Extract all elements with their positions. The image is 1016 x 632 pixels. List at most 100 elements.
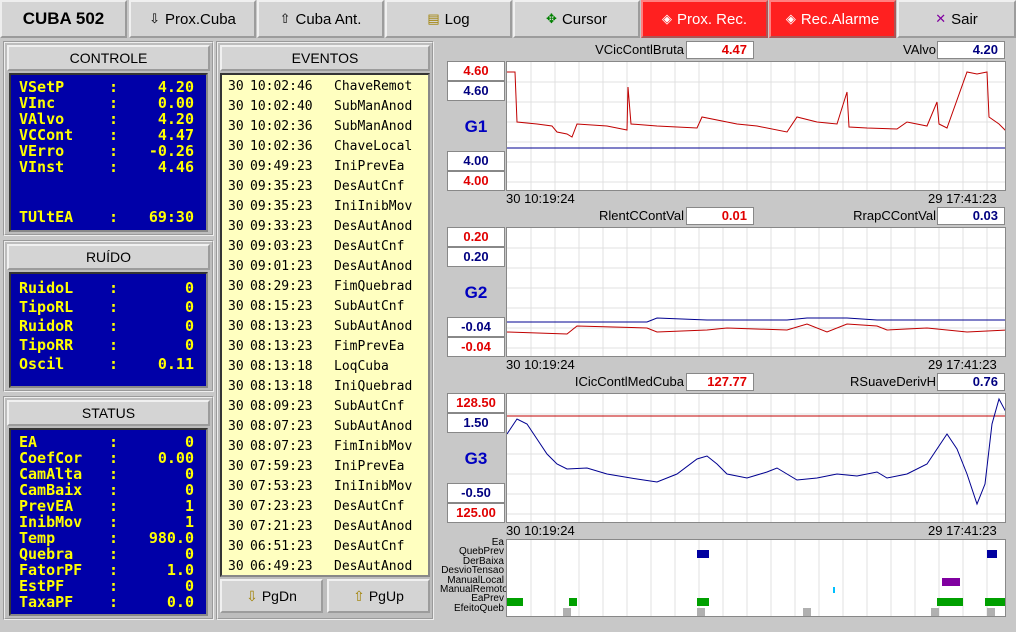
signals-plot (506, 539, 1006, 617)
status-header: STATUS (7, 400, 210, 426)
event-row: 30 08:07:23 SubAutAnod (228, 419, 413, 434)
event-row: 30 09:49:23 IniPrevEa (228, 159, 405, 174)
signal-bar (697, 608, 705, 616)
controle-panel: CONTROLE VSetP:4.20 VInc:0.00 VAlvo:4.20… (3, 41, 214, 236)
previous-up-icon: ⇧ (279, 11, 291, 26)
controle-row: VInc:0.00 (19, 94, 194, 112)
page-down-button[interactable]: ⇩ PgDn (220, 579, 323, 613)
previous-cuba-button[interactable]: ⇧ Cuba Ant. (257, 0, 384, 38)
page-up-label: PgUp (368, 588, 404, 604)
next-record-label: Prox. Rec. (676, 10, 748, 28)
y-min-red: -0.04 (447, 337, 505, 357)
event-row: 30 09:35:23 DesAutCnf (228, 179, 405, 194)
graph-right-value: 0.03 (937, 207, 1005, 225)
signal-bar (803, 608, 811, 616)
graph-left-label: VCicContlBruta (595, 42, 684, 57)
y-min-red: 125.00 (447, 503, 505, 523)
event-row: 30 10:02:36 ChaveLocal (228, 139, 413, 154)
time-end: 29 17:41:23 (928, 523, 997, 538)
next-cuba-label: Prox.Cuba (165, 10, 236, 28)
next-record-button[interactable]: ◈ Prox. Rec. (641, 0, 768, 38)
event-row: 30 09:33:23 DesAutAnod (228, 219, 413, 234)
graph-right-label: RSuaveDerivH (850, 374, 936, 389)
previous-cuba-label: Cuba Ant. (295, 10, 362, 28)
signal-bar (987, 608, 995, 616)
status-row: EA:0 (19, 433, 194, 451)
event-row: 30 09:03:23 DesAutCnf (228, 239, 405, 254)
log-label: Log (444, 10, 470, 28)
ruido-row: RuidoR:0 (19, 317, 194, 335)
next-cuba-button[interactable]: ⇩ Prox.Cuba (129, 0, 256, 38)
graph-plot-g2[interactable] (506, 227, 1006, 357)
graph-right-label: RrapCContVal (853, 208, 936, 223)
log-icon: ▤ (427, 11, 440, 26)
alarm-record-icon: ◈ (785, 11, 796, 26)
graph-plot-g3[interactable] (506, 393, 1006, 523)
graph-name: G2 (464, 283, 488, 302)
status-row: CamAlta:0 (19, 465, 194, 483)
window-title: CUBA 502 (0, 0, 127, 38)
cursor-button[interactable]: ✥ Cursor (513, 0, 640, 38)
event-row: 30 08:13:23 SubAutAnod (228, 319, 413, 334)
event-row: 30 08:09:23 SubAutCnf (228, 399, 405, 414)
event-row: 30 08:13:18 IniQuebrad (228, 379, 413, 394)
series-rsuavederivh (507, 397, 1005, 506)
status-row: Temp:980.0 (19, 529, 194, 547)
controle-row: VCCont:4.47 (19, 126, 194, 144)
ruido-row: TipoRL:0 (19, 298, 194, 316)
ruido-values: RuidoL:0 TipoRL:0 RuidoR:0 TipoRR:0 Osci… (9, 272, 208, 388)
y-min-blue: 4.00 (447, 151, 505, 171)
event-row: 30 10:02:40 SubManAnod (228, 99, 413, 114)
status-row: EstPF:0 (19, 577, 194, 595)
event-list[interactable]: 30 10:02:46 ChaveRemot 30 10:02:40 SubManAnod… (220, 73, 430, 577)
graph-right-value: 0.76 (937, 373, 1005, 391)
status-row: CoefCor:0.00 (19, 449, 194, 467)
signal-bar (937, 598, 963, 606)
signal-label: EfeitoQueb (453, 602, 504, 614)
eventos-panel: EVENTOS 30 10:02:46 ChaveRemot 30 10:02:40 Su… (216, 41, 434, 620)
next-record-icon: ◈ (661, 11, 672, 26)
signal-bar (507, 598, 523, 606)
event-row: 30 07:23:23 DesAutCnf (228, 499, 405, 514)
ruido-panel: RUÍDO RuidoL:0 TipoRL:0 RuidoR:0 TipoRR:… (3, 240, 214, 392)
event-row: 30 08:13:18 LoqCuba (228, 359, 389, 374)
log-button[interactable]: ▤ Log (385, 0, 512, 38)
page-down-label: PgDn (261, 588, 297, 604)
signal-bar (931, 608, 939, 616)
time-end: 29 17:41:23 (928, 191, 997, 206)
tultea-row: TUltEA:69:30 (19, 208, 194, 226)
graph-name: G3 (464, 449, 488, 468)
status-values: EA:0 CoefCor:0.00 CamAlta:0 CamBaix:0 Pr… (9, 428, 208, 616)
event-row: 30 06:49:23 DesAutAnod (228, 559, 413, 574)
graph-name: G1 (464, 117, 488, 136)
graph-left-label: RlentCContVal (598, 208, 684, 223)
controle-row: VSetP:4.20 (19, 78, 194, 96)
y-min-blue: -0.04 (447, 317, 505, 337)
graph-left-value: 0.01 (686, 207, 754, 225)
alarm-record-button[interactable]: ◈ Rec.Alarme (769, 0, 896, 38)
event-row: 30 08:29:23 FimQuebrad (228, 279, 413, 294)
graph-right-value: 4.20 (937, 41, 1005, 59)
event-row: 30 09:01:23 DesAutAnod (228, 259, 413, 274)
y-max-red: 4.60 (447, 61, 505, 81)
time-start: 30 10:19:24 (506, 191, 575, 206)
y-max-blue: 4.60 (447, 81, 505, 101)
signal-bar (987, 550, 997, 558)
graph-plot-g1[interactable] (506, 61, 1006, 191)
controle-row: VInst:4.46 (19, 158, 194, 176)
y-max-blue: 1.50 (447, 413, 505, 433)
signals-section: Ea QuebPrev DerBaixa DesvioTensao ManualLoca… (440, 538, 1014, 621)
y-max-red: 0.20 (447, 227, 505, 247)
signal-bar (985, 598, 1005, 606)
ruido-header: RUÍDO (7, 244, 210, 270)
event-row: 30 07:53:23 IniInibMov (228, 479, 413, 494)
signal-bar (697, 598, 709, 606)
graph-left-value: 127.77 (686, 373, 754, 391)
event-row: 30 09:35:23 IniInibMov (228, 199, 413, 214)
page-up-button[interactable]: ⇧ PgUp (327, 579, 430, 613)
event-row: 30 06:51:23 DesAutCnf (228, 539, 405, 554)
status-row: CamBaix:0 (19, 481, 194, 499)
page-up-icon: ⇧ (353, 587, 365, 604)
cursor-icon: ✥ (546, 11, 557, 26)
exit-button[interactable]: ✕ Sair (897, 0, 1016, 38)
